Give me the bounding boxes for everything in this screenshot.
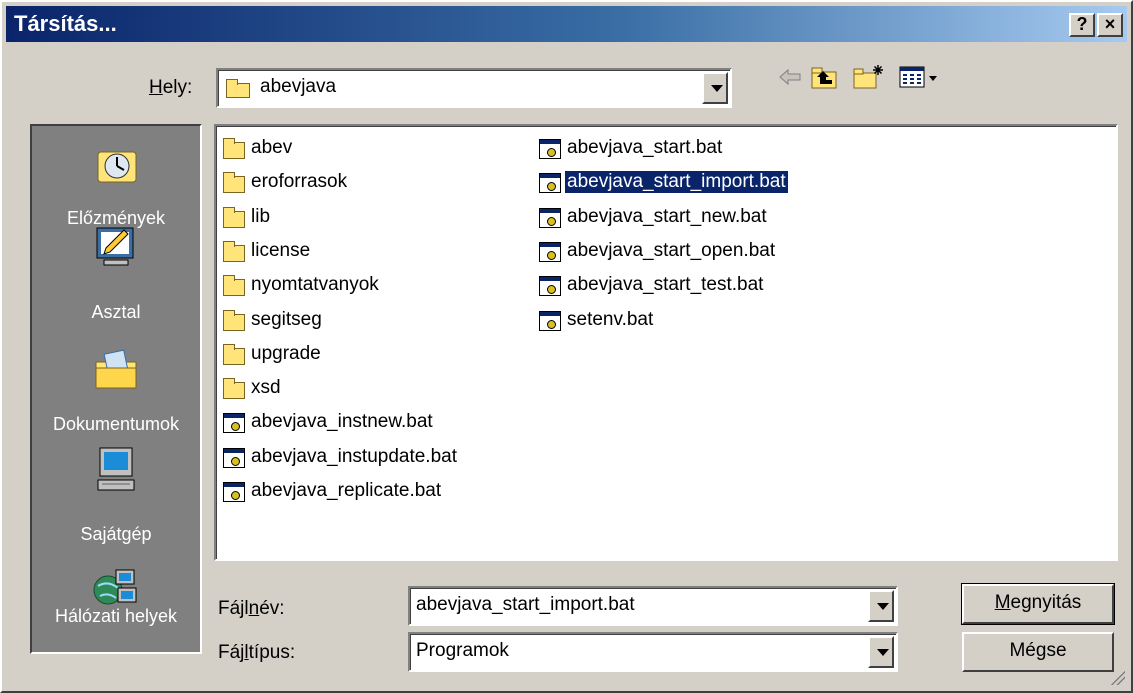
chevron-down-icon xyxy=(877,649,889,656)
resize-grip[interactable] xyxy=(1109,669,1125,685)
file-name: abevjava_instnew.bat xyxy=(251,411,433,433)
places-item-desktop[interactable]: Asztal xyxy=(32,224,200,324)
chevron-down-icon xyxy=(877,603,889,610)
places-item-label: Hálózati helyek xyxy=(54,606,178,626)
places-bar: Előzmények Asztal Dokumentumok Sajátgép … xyxy=(30,124,202,654)
filename-value: abevjava_start_import.bat xyxy=(416,594,635,615)
open-button[interactable]: Megnyitás xyxy=(961,583,1115,625)
file-name: lib xyxy=(251,205,271,227)
folder-icon xyxy=(222,138,246,160)
title-bar[interactable]: Társítás... ? × xyxy=(6,6,1127,42)
places-item-label: Sajátgép xyxy=(80,524,152,544)
file-name: abev xyxy=(251,137,293,158)
folder-icon xyxy=(222,343,246,366)
places-item-documents[interactable]: Dokumentumok xyxy=(32,348,200,448)
batch-file-icon xyxy=(222,447,246,469)
filename-input[interactable]: abevjava_start_import.bat xyxy=(408,586,898,626)
places-item-network[interactable]: Hálózati helyek xyxy=(32,566,200,656)
file-list[interactable]: abev eroforrasok lib license nyomtatvanyok se… xyxy=(214,124,1118,561)
filetype-value: Programok xyxy=(416,640,509,661)
batch-file-icon xyxy=(538,241,562,263)
filetype-label: Fájltípus: xyxy=(218,642,296,663)
dialog-title: Társítás... xyxy=(14,11,117,36)
file-name: abevjava_start_new.bat xyxy=(567,205,767,227)
folder-icon xyxy=(222,378,246,400)
folder-icon xyxy=(226,79,252,99)
file-name: nyomtatvanyok xyxy=(251,274,379,296)
folder-icon xyxy=(222,309,246,332)
folder-icon xyxy=(222,206,246,229)
chevron-down-icon xyxy=(711,85,723,92)
view-menu-icon[interactable] xyxy=(898,64,946,90)
location-combo[interactable]: abevjava xyxy=(216,68,732,108)
file-name: segitseg xyxy=(251,308,322,330)
batch-file-icon xyxy=(538,207,562,229)
places-item-label: Dokumentumok xyxy=(52,414,180,434)
my-computer-icon xyxy=(92,446,140,491)
batch-file-icon xyxy=(538,138,562,160)
cancel-button[interactable]: Mégse xyxy=(962,632,1114,672)
filetype-select[interactable]: Programok xyxy=(408,632,898,672)
filename-label: Fájlnév: xyxy=(218,598,285,619)
close-button[interactable]: × xyxy=(1097,13,1123,37)
file-name: abevjava_replicate.bat xyxy=(251,480,442,501)
documents-icon xyxy=(92,348,140,392)
location-value: abevjava xyxy=(260,76,337,97)
file-name: abevjava_start_test.bat xyxy=(567,274,764,296)
new-folder-icon[interactable] xyxy=(852,64,884,90)
folder-icon xyxy=(222,172,246,194)
file-name: abevjava_start_open.bat xyxy=(567,239,776,261)
batch-file-icon xyxy=(222,481,246,503)
file-name: abevjava_start_import.bat xyxy=(564,170,789,195)
file-name: abevjava_instupdate.bat xyxy=(251,445,457,467)
desktop-icon xyxy=(92,224,140,268)
help-button[interactable]: ? xyxy=(1069,13,1095,37)
file-name: setenv.bat xyxy=(567,308,654,330)
batch-file-icon xyxy=(538,172,562,194)
file-name: upgrade xyxy=(251,342,321,364)
up-one-level-icon[interactable] xyxy=(810,64,838,90)
batch-file-icon xyxy=(538,275,562,297)
filetype-dropdown-button[interactable] xyxy=(868,636,894,668)
open-with-dialog: Társítás... ? × Hely: abevjava Előzménye… xyxy=(0,0,1133,693)
file-name: license xyxy=(251,239,311,261)
file-name: abevjava_start.bat xyxy=(567,137,723,158)
batch-file-icon xyxy=(538,310,562,332)
file-name: xsd xyxy=(251,377,281,399)
filename-dropdown-button[interactable] xyxy=(868,590,894,622)
history-icon xyxy=(92,142,140,186)
places-item-my-computer[interactable]: Sajátgép xyxy=(32,446,200,546)
back-arrow-icon[interactable] xyxy=(777,64,803,90)
places-item-label: Asztal xyxy=(91,302,141,322)
location-label: Hely: xyxy=(149,77,193,98)
file-name: eroforrasok xyxy=(251,171,348,193)
network-places-icon xyxy=(92,566,140,610)
location-dropdown-button[interactable] xyxy=(702,72,728,104)
batch-file-icon xyxy=(222,412,246,434)
folder-icon xyxy=(222,240,246,263)
folder-icon xyxy=(222,275,246,297)
